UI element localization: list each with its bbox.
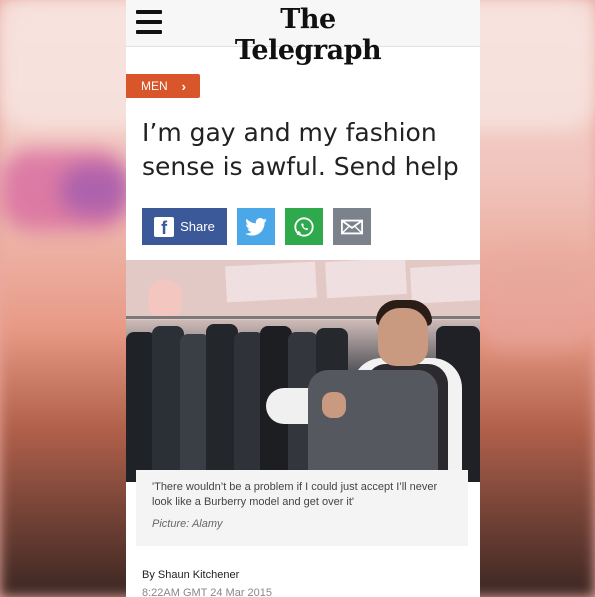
whatsapp-icon bbox=[294, 216, 314, 237]
photo-credit: Picture: Alamy bbox=[152, 518, 223, 530]
facebook-icon: f bbox=[154, 216, 175, 238]
photo-man-face bbox=[378, 308, 428, 366]
article-headline: I’m gay and my fashion sense is awful. S… bbox=[142, 118, 459, 181]
publish-date: 8:22AM GMT 24 Mar 2015 bbox=[142, 587, 273, 597]
author-byline[interactable]: By Shaun Kitchener bbox=[142, 569, 239, 581]
whatsapp-share-button[interactable] bbox=[285, 208, 323, 245]
email-icon bbox=[341, 219, 363, 234]
photo-caption: 'There wouldn’t be a problem if I could … bbox=[136, 470, 468, 546]
article-photo[interactable] bbox=[126, 260, 480, 482]
twitter-share-button[interactable] bbox=[237, 208, 275, 245]
top-bar: The Telegraph bbox=[126, 0, 480, 66]
facebook-share-button[interactable]: f Share bbox=[142, 208, 227, 245]
photo-man-hand bbox=[322, 392, 346, 418]
email-share-button[interactable] bbox=[333, 208, 371, 245]
twitter-icon bbox=[245, 217, 267, 236]
hamburger-menu-icon[interactable] bbox=[136, 10, 162, 34]
masthead-logo[interactable]: The Telegraph bbox=[208, 4, 408, 66]
section-tag-label: MEN bbox=[141, 79, 168, 93]
backdrop-blur-right bbox=[479, 250, 595, 350]
photo-paper-1 bbox=[225, 261, 317, 303]
photo-paper-3 bbox=[410, 264, 480, 304]
photo-mannequin-head bbox=[148, 280, 182, 320]
share-bar: f Share bbox=[142, 208, 371, 245]
chevron-right-icon: › bbox=[181, 78, 187, 94]
backdrop-blur-left-accent bbox=[60, 165, 130, 215]
facebook-share-label: Share bbox=[180, 219, 215, 234]
caption-text: 'There wouldn’t be a problem if I could … bbox=[152, 481, 438, 508]
section-tag-men[interactable]: MEN › bbox=[126, 74, 200, 98]
photo-grey-jacket bbox=[308, 370, 438, 482]
photo-paper-2 bbox=[325, 260, 407, 299]
article-page: The Telegraph MEN › I’m gay and my fashi… bbox=[126, 0, 480, 597]
